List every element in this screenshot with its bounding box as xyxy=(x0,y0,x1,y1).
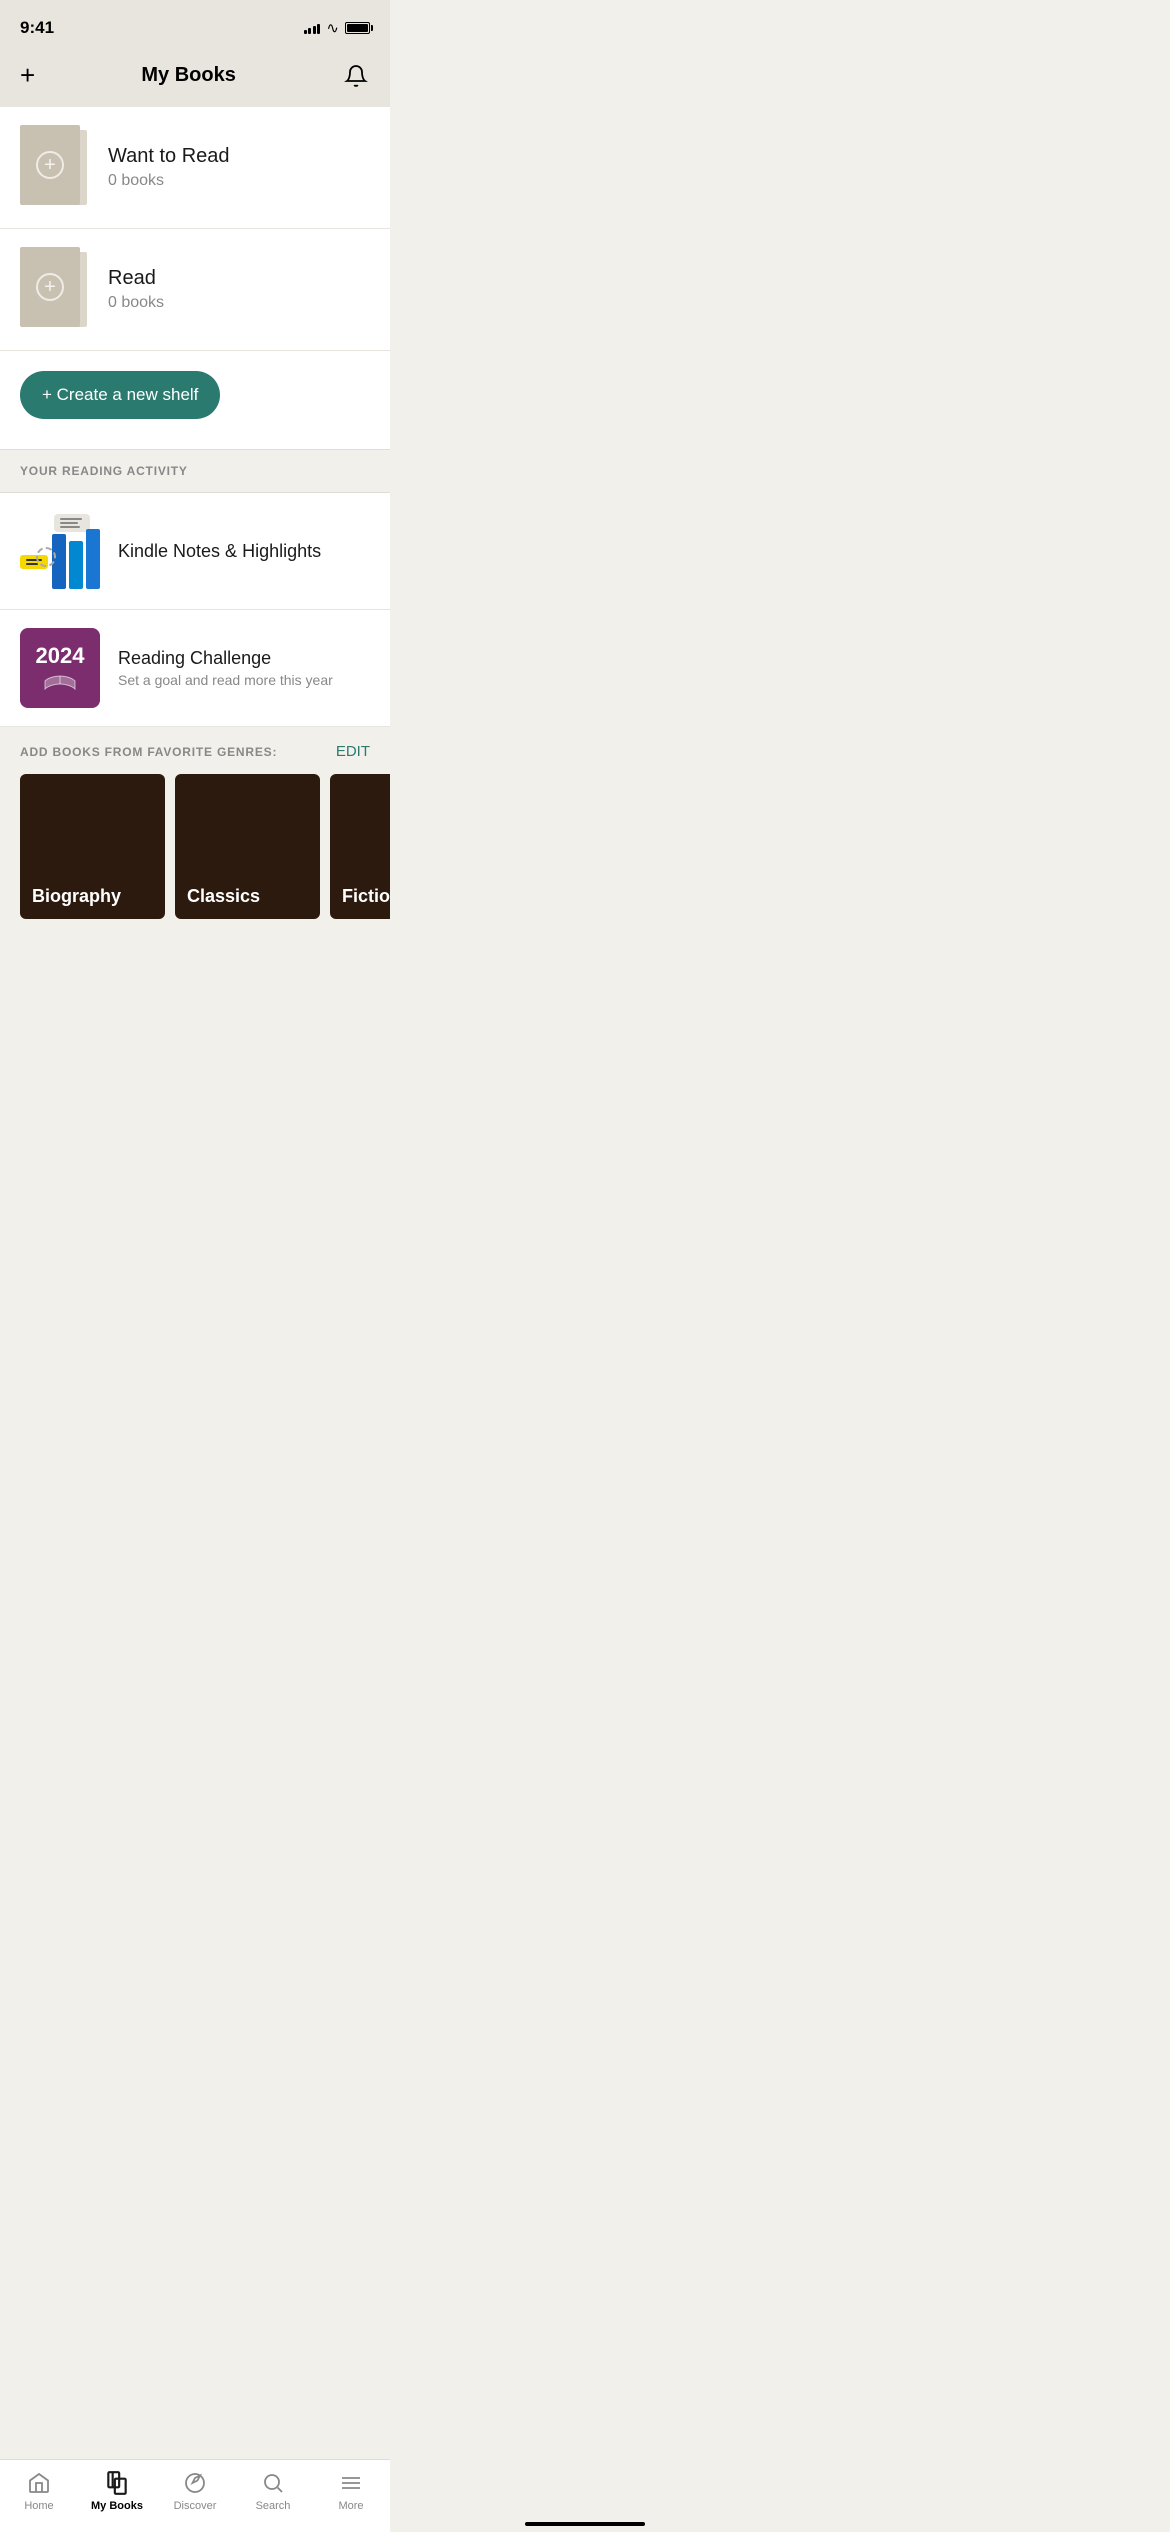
nav-item-search[interactable]: Search xyxy=(243,2470,303,2512)
reading-challenge-info: Reading Challenge Set a goal and read mo… xyxy=(118,648,370,688)
create-shelf-section: + Create a new shelf xyxy=(0,351,390,449)
genre-card-classics[interactable]: Classics xyxy=(175,774,320,919)
nav-label-more: More xyxy=(338,2500,363,2512)
genres-section: ADD BOOKS FROM FAVORITE GENRES: EDIT Bio… xyxy=(0,727,390,939)
shelf-cover-want-to-read: + xyxy=(20,125,90,210)
genre-name-classics: Classics xyxy=(187,886,260,907)
reading-activity-divider: YOUR READING ACTIVITY xyxy=(0,449,390,493)
home-indicator xyxy=(525,2522,645,2526)
challenge-year: 2024 xyxy=(36,645,85,667)
more-icon xyxy=(338,2470,364,2496)
shelf-plus-icon: + xyxy=(36,151,64,179)
genres-label: ADD BOOKS FROM FAVORITE GENRES: xyxy=(20,745,277,759)
nav-item-discover[interactable]: Discover xyxy=(165,2470,225,2512)
signal-icon xyxy=(304,22,321,34)
wifi-icon: ∿ xyxy=(326,19,339,37)
reading-challenge-icon: 2024 xyxy=(20,628,100,708)
kindle-notes-name: Kindle Notes & Highlights xyxy=(118,541,370,562)
nav-header: + My Books xyxy=(0,50,390,107)
shelf-name: Read xyxy=(108,267,370,290)
edit-genres-button[interactable]: EDIT xyxy=(336,743,370,760)
reading-challenge-item[interactable]: 2024 Reading Challenge Set a goal and re… xyxy=(0,610,390,727)
battery-icon xyxy=(345,22,370,34)
genres-header: ADD BOOKS FROM FAVORITE GENRES: EDIT xyxy=(0,743,390,774)
kindle-notes-icon xyxy=(20,511,100,591)
nav-item-home[interactable]: Home xyxy=(9,2470,69,2512)
genre-card-biography[interactable]: Biography xyxy=(20,774,165,919)
bottom-nav: Home My Books Discover xyxy=(0,2459,390,2532)
genres-scroll: Biography Classics Fiction More xyxy=(0,774,390,939)
shelf-count: 0 books xyxy=(108,294,370,312)
reading-activity-label: YOUR READING ACTIVITY xyxy=(20,464,188,478)
shelf-name: Want to Read xyxy=(108,145,370,168)
shelf-plus-icon: + xyxy=(36,273,64,301)
kindle-notes-item[interactable]: Kindle Notes & Highlights xyxy=(0,493,390,610)
home-icon xyxy=(26,2470,52,2496)
reading-challenge-subtitle: Set a goal and read more this year xyxy=(118,672,370,688)
nav-item-more[interactable]: More xyxy=(321,2470,381,2512)
activity-list: Kindle Notes & Highlights 2024 Reading C… xyxy=(0,493,390,727)
my-books-icon xyxy=(104,2470,130,2496)
create-shelf-button[interactable]: + Create a new shelf xyxy=(20,371,220,419)
nav-label-search: Search xyxy=(256,2500,291,2512)
kindle-notes-info: Kindle Notes & Highlights xyxy=(118,541,370,562)
discover-icon xyxy=(182,2470,208,2496)
page-title: My Books xyxy=(141,64,235,87)
status-time: 9:41 xyxy=(20,18,54,38)
nav-label-discover: Discover xyxy=(174,2500,217,2512)
add-button[interactable]: + xyxy=(20,60,35,91)
shelf-info-want-to-read: Want to Read 0 books xyxy=(108,145,370,190)
shelf-info-read: Read 0 books xyxy=(108,267,370,312)
shelf-item-want-to-read[interactable]: + Want to Read 0 books xyxy=(0,107,390,229)
genre-name-biography: Biography xyxy=(32,886,121,907)
shelf-cover-read: + xyxy=(20,247,90,332)
genre-name-fiction: Fiction xyxy=(342,886,390,907)
nav-label-home: Home xyxy=(24,2500,53,2512)
shelf-item-read[interactable]: + Read 0 books xyxy=(0,229,390,351)
nav-label-my-books: My Books xyxy=(91,2500,143,2512)
nav-item-my-books[interactable]: My Books xyxy=(87,2470,147,2512)
shelf-count: 0 books xyxy=(108,172,370,190)
genre-card-fiction[interactable]: Fiction xyxy=(330,774,390,919)
search-icon xyxy=(260,2470,286,2496)
status-bar: 9:41 ∿ xyxy=(0,0,390,50)
status-icons: ∿ xyxy=(304,19,370,37)
reading-challenge-name: Reading Challenge xyxy=(118,648,370,669)
notification-button[interactable] xyxy=(342,62,370,90)
shelves-list: + Want to Read 0 books + Read 0 books xyxy=(0,107,390,449)
